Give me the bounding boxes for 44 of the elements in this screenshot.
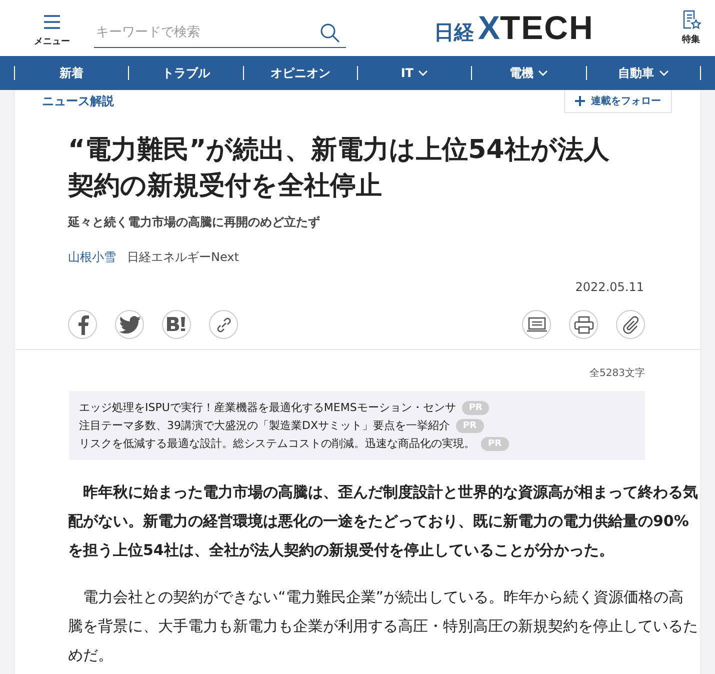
caret-icon xyxy=(658,70,669,76)
nav-link[interactable]: 電機 xyxy=(472,64,586,82)
plus-icon xyxy=(575,96,585,106)
print-icon xyxy=(574,316,594,334)
article-paragraph: 電力会社との契約ができない“電力難民企業”が続出している。昨年から続く資源価格の高騰を背景に、大手電力も新電力も企業が利用する高圧・特別高圧の新規契約を停止しているためだ。 xyxy=(68,587,699,666)
caret-icon xyxy=(418,70,428,76)
nav-link[interactable]: 自動車 xyxy=(586,64,700,82)
bookmark-button[interactable] xyxy=(162,310,191,339)
special-label[interactable]: 特集 xyxy=(682,33,700,46)
sponsored-link[interactable]: 注目テーマ多数、39講演で大盛況の「製造業DXサミット」要点を一挙紹介 xyxy=(79,417,450,434)
menu-label[interactable]: メニュー xyxy=(34,34,70,48)
clip-button[interactable] xyxy=(616,310,645,339)
follow-button[interactable]: 連載をフォロー xyxy=(564,90,672,112)
article-paragraph: 昨年秋に始まった電力市場の高騰は、歪んだ制度設計と世界的な資源高が相まって終わる気配がない。新電力の経営環境は悪化の一途をたどっており、既に新電力の電力供給量の90%を担う上位54社は、全社が法人契約の新規受付を停止していることが分かった。 xyxy=(68,482,699,561)
nav-link[interactable]: IT xyxy=(358,66,472,80)
character-count: 全5283文字 xyxy=(588,366,645,380)
screen-button[interactable] xyxy=(522,310,551,339)
article-subtitle: 延々と続く電力市場の高騰に再開のめど立たず xyxy=(68,214,321,231)
facebook-button[interactable] xyxy=(68,310,97,339)
author-link[interactable]: 山根小雪 xyxy=(68,249,116,266)
site-logo[interactable]: 日経 XTECH xyxy=(434,9,594,47)
search-icon[interactable] xyxy=(320,23,340,43)
nav-link[interactable]: 新着 xyxy=(15,64,128,82)
caret-icon xyxy=(538,70,548,76)
sponsored-link[interactable]: リスクを低減する最適な設計。総システムコストの削減。迅速な商品化の実現。 xyxy=(79,435,475,452)
copy-link-button[interactable] xyxy=(209,310,238,339)
facebook-icon xyxy=(76,314,88,334)
print-button[interactable] xyxy=(569,310,598,339)
category-label[interactable]: ニュース解説 xyxy=(42,92,114,110)
search-field[interactable]: キーワードで検索 xyxy=(94,18,346,48)
screen-icon xyxy=(526,316,546,332)
document-star-icon[interactable] xyxy=(681,10,701,30)
bookmark-b-icon xyxy=(166,316,188,334)
twitter-button[interactable] xyxy=(115,310,144,339)
article-title: “電力難民”が続出、新電力は上位54社が法人契約の新規受付を全社停止 xyxy=(68,134,610,203)
publish-date: 2022.05.11 xyxy=(574,280,644,294)
nav-link[interactable]: トラブル xyxy=(129,64,243,82)
publication-name: 日経エネルギーNext xyxy=(127,249,239,266)
link-icon xyxy=(214,316,232,334)
sponsored-link[interactable]: エッジ処理をISPUで実行！産業機器を最適化するMEMSモーション・センサ xyxy=(79,399,456,416)
bird-icon xyxy=(118,316,140,334)
menu-icon[interactable] xyxy=(43,14,61,28)
nav-link[interactable]: オピニオン xyxy=(244,64,357,82)
paperclip-icon xyxy=(622,316,640,334)
